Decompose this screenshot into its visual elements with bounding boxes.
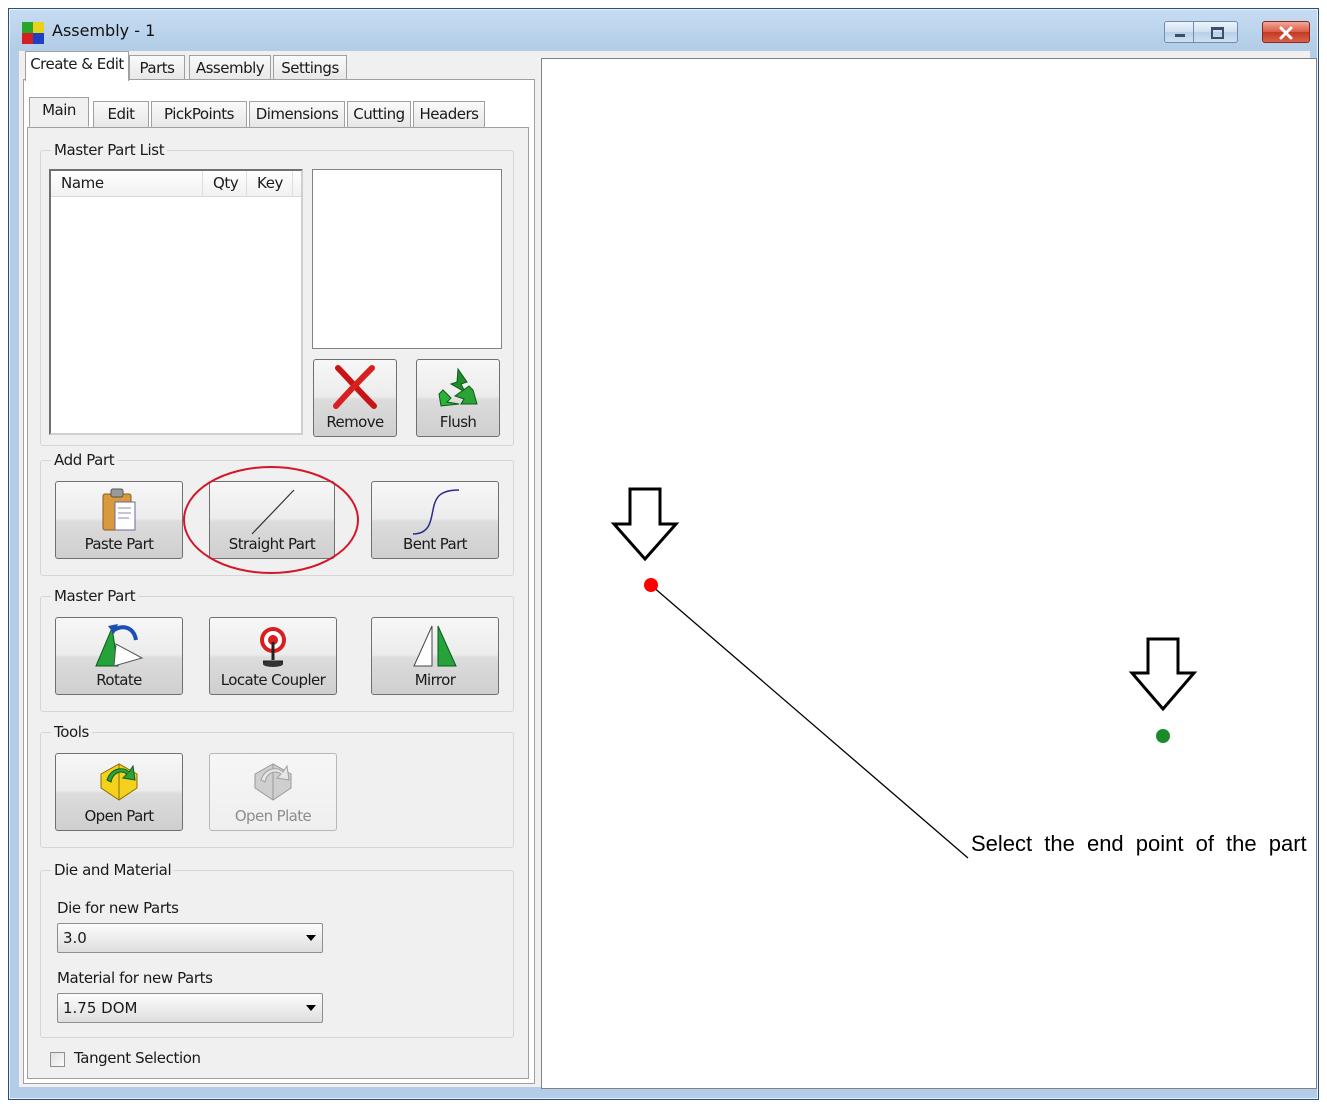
highlight-circle xyxy=(183,466,359,574)
column-key[interactable]: Key xyxy=(247,171,293,197)
open-part-button[interactable]: Open Part xyxy=(55,753,183,831)
instruction-text: Select the end point of the part xyxy=(971,831,1307,856)
material-select[interactable]: 1.75 DOM xyxy=(57,993,323,1023)
tab-parts[interactable]: Parts xyxy=(129,55,185,81)
paste-part-label: Paste Part xyxy=(84,535,154,553)
rotate-icon xyxy=(95,624,144,667)
bent-part-button[interactable]: Bent Part xyxy=(371,481,499,559)
open-part-label: Open Part xyxy=(84,807,154,825)
minimize-button[interactable] xyxy=(1164,21,1194,43)
open-plate-icon xyxy=(254,763,292,801)
column-qty[interactable]: Qty xyxy=(203,171,247,197)
die-label: Die for new Parts xyxy=(57,899,179,917)
remove-button[interactable]: Remove xyxy=(313,359,397,437)
add-part-title: Add Part xyxy=(51,451,118,469)
list-header: Name Qty Key xyxy=(51,171,301,197)
mirror-button[interactable]: Mirror xyxy=(371,617,499,695)
close-button[interactable] xyxy=(1262,21,1310,43)
arrow-down-icon xyxy=(610,487,680,562)
bent-curve-icon xyxy=(412,489,460,535)
tab-main[interactable]: Main xyxy=(29,97,89,127)
tab-cutting[interactable]: Cutting xyxy=(347,101,411,127)
maximize-button[interactable] xyxy=(1193,21,1238,43)
paste-part-button[interactable]: Paste Part xyxy=(55,481,183,559)
locate-coupler-label: Locate Coupler xyxy=(220,671,326,689)
bent-part-label: Bent Part xyxy=(403,535,467,553)
arrow-down-icon xyxy=(1128,637,1198,712)
tangent-selection-label[interactable]: Tangent Selection xyxy=(74,1049,201,1067)
locate-coupler-button[interactable]: Locate Coupler xyxy=(209,617,337,695)
recycle-icon xyxy=(438,367,478,407)
tangent-selection-checkbox[interactable] xyxy=(50,1052,65,1067)
tab-settings[interactable]: Settings xyxy=(273,55,347,81)
remove-icon xyxy=(333,365,377,409)
die-material-title: Die and Material xyxy=(51,861,175,879)
window-title: Assembly - 1 xyxy=(52,21,156,40)
die-material-group: Die and Material Die for new Parts 3.0 M… xyxy=(40,861,514,1038)
client-area: Create & Edit Parts Assembly Settings Ma… xyxy=(19,51,1317,1089)
open-plate-label: Open Plate xyxy=(234,807,312,825)
open-plate-button[interactable]: Open Plate xyxy=(209,753,337,831)
mirror-icon xyxy=(413,625,457,667)
title-bar: Assembly - 1 xyxy=(9,9,1318,53)
mirror-label: Mirror xyxy=(414,671,456,689)
open-part-icon xyxy=(100,763,138,801)
flush-label: Flush xyxy=(439,413,477,431)
master-part-title: Master Part xyxy=(51,587,139,605)
master-part-list-group: Master Part List Name Qty Key Remove Flu… xyxy=(40,141,514,446)
tab-dimensions[interactable]: Dimensions xyxy=(249,101,345,127)
tab-edit[interactable]: Edit xyxy=(93,101,149,127)
tab-headers[interactable]: Headers xyxy=(413,101,485,127)
end-point[interactable] xyxy=(1156,729,1170,743)
minimize-icon xyxy=(1165,22,1193,42)
maximize-icon xyxy=(1194,22,1237,42)
remove-label: Remove xyxy=(326,413,384,431)
material-value: 1.75 DOM xyxy=(63,999,138,1017)
app-window: Assembly - 1 Create & Edit Parts Assembl… xyxy=(8,8,1319,1100)
chevron-down-icon xyxy=(306,935,316,941)
tools-group: Tools Open Part Open Plate xyxy=(40,723,514,848)
tools-title: Tools xyxy=(51,723,92,741)
start-point[interactable] xyxy=(644,578,658,592)
clipboard-icon xyxy=(102,488,136,531)
chevron-down-icon xyxy=(306,1005,316,1011)
rotate-label: Rotate xyxy=(96,671,142,689)
rotate-button[interactable]: Rotate xyxy=(55,617,183,695)
drawing-canvas[interactable]: Select the end point of the part xyxy=(541,58,1317,1089)
tab-assembly[interactable]: Assembly xyxy=(189,55,271,81)
part-line xyxy=(651,585,969,859)
main-tab-panel: Master Part List Name Qty Key Remove Flu… xyxy=(27,127,529,1079)
add-part-group: Add Part Paste Part Straight Part Bent P… xyxy=(40,451,514,576)
master-part-list[interactable]: Name Qty Key xyxy=(49,169,303,435)
flush-button[interactable]: Flush xyxy=(416,359,500,437)
tab-pickpoints[interactable]: PickPoints xyxy=(151,101,247,127)
canvas-drawing xyxy=(610,487,1198,859)
app-icon xyxy=(22,22,44,44)
die-select[interactable]: 3.0 xyxy=(57,923,323,953)
target-icon xyxy=(260,627,286,667)
master-part-group: Master Part Rotate Locate Coupler Mirror xyxy=(40,587,514,712)
die-value: 3.0 xyxy=(63,929,87,947)
column-name[interactable]: Name xyxy=(51,171,203,197)
tab-create-edit[interactable]: Create & Edit xyxy=(25,51,129,81)
part-preview xyxy=(312,169,502,349)
material-label: Material for new Parts xyxy=(57,969,213,987)
master-part-list-title: Master Part List xyxy=(51,141,168,159)
close-icon xyxy=(1263,22,1309,42)
